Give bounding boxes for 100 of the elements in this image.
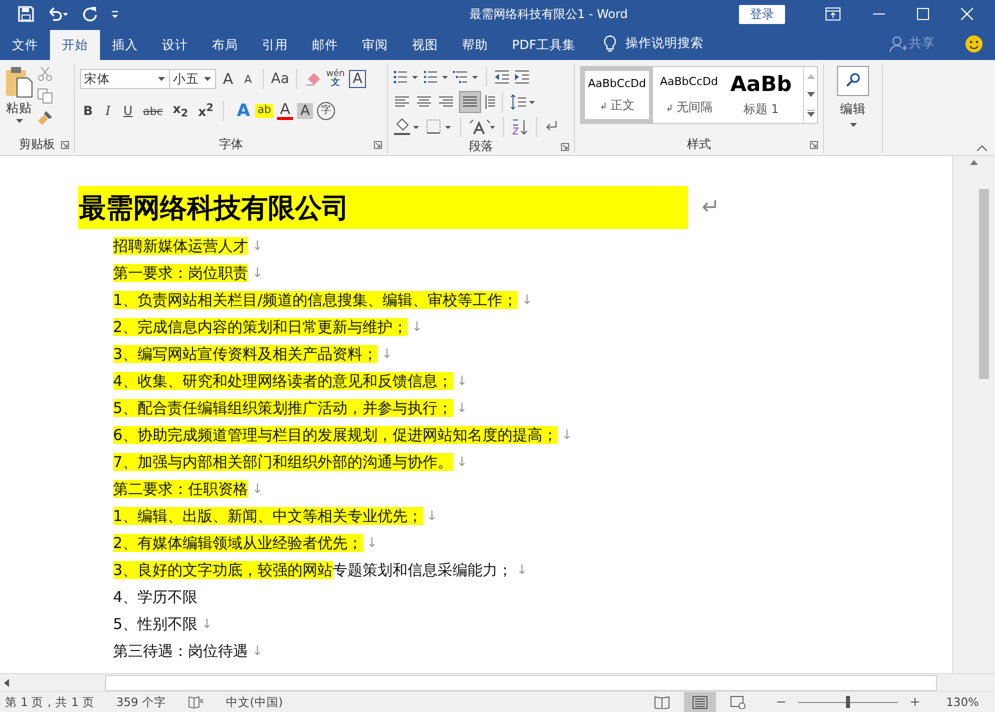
format-button[interactable]: abc	[140, 106, 166, 116]
ribbon-tab[interactable]: 布局	[200, 30, 250, 60]
line-break-mark: ↓	[252, 644, 263, 659]
style-preview: AaBbCcDd	[588, 76, 646, 90]
eraser-icon[interactable]	[304, 71, 322, 87]
page-layout-icon	[692, 696, 708, 708]
paste-button[interactable]: 粘贴	[5, 64, 33, 135]
ribbon-tab[interactable]: 插入	[100, 30, 150, 60]
dialog-launcher-icon[interactable]	[810, 141, 818, 149]
phonetic-guide-button[interactable]: wén 文	[326, 70, 345, 88]
decrease-indent-icon[interactable]	[494, 69, 510, 85]
style-name: 标题 1	[743, 101, 779, 118]
scroll-left-icon[interactable]	[4, 678, 9, 686]
ribbon-tab[interactable]: 邮件	[300, 30, 350, 60]
font-name-field[interactable]: 宋体	[80, 69, 170, 89]
shrink-font-button[interactable]: A	[240, 74, 256, 84]
line-break-mark: ↓	[456, 374, 468, 389]
highlight-button[interactable]: ab	[255, 104, 274, 118]
zoom-in-icon[interactable]	[910, 697, 920, 707]
dialog-launcher-icon[interactable]	[61, 141, 69, 149]
paint-bucket-icon[interactable]	[393, 118, 421, 136]
asian-layout-icon[interactable]	[468, 118, 496, 136]
scroll-up-icon[interactable]	[970, 160, 978, 165]
scroll-down-icon[interactable]	[806, 92, 814, 96]
style-item[interactable]: AaBbCcDd ↲ 无间隔	[653, 67, 725, 123]
login-button[interactable]: 登录	[739, 4, 785, 24]
lightbulb-icon[interactable]	[603, 35, 618, 53]
copy-icon[interactable]	[37, 88, 53, 104]
person-add-icon[interactable]	[889, 35, 907, 53]
ribbon-tab[interactable]: 审阅	[350, 30, 400, 60]
group-label: 剪贴板	[19, 136, 55, 152]
book-icon	[654, 696, 670, 708]
smiley-icon[interactable]	[965, 35, 983, 53]
more-icon[interactable]	[806, 110, 814, 116]
editing-button[interactable]: 编辑	[837, 64, 869, 127]
line-spacing-icon[interactable]	[510, 93, 536, 111]
font-color-button[interactable]: A	[277, 102, 294, 120]
ribbon-tab[interactable]: 引用	[250, 30, 300, 60]
change-case-button[interactable]: Aa	[271, 72, 290, 86]
borders-icon[interactable]	[425, 118, 453, 136]
dialog-launcher-icon[interactable]	[561, 143, 569, 151]
document-line: 4、学历不限	[113, 588, 198, 607]
ribbon-tab[interactable]: 设计	[150, 30, 200, 60]
ribbon-display-icon[interactable]	[825, 7, 841, 21]
group-label: 段落	[469, 138, 493, 155]
character-border-button[interactable]: A	[348, 70, 366, 88]
caret-icon	[16, 119, 22, 123]
status-text[interactable]: 中文(中国)	[226, 694, 283, 710]
multilevel-list-icon[interactable]	[453, 69, 479, 85]
style-item[interactable]: AaBbCcDd ↲ 正文	[581, 67, 653, 123]
increase-indent-icon[interactable]	[514, 69, 530, 85]
save-icon[interactable]	[18, 6, 34, 22]
line-break-mark: ↓	[382, 347, 392, 362]
view-button[interactable]	[684, 692, 716, 712]
paintbrush-icon[interactable]	[37, 110, 53, 126]
ribbon-tab[interactable]: 视图	[400, 30, 450, 60]
character-shading-button[interactable]: A	[297, 103, 314, 119]
format-button[interactable]: x$_{2}$	[170, 103, 192, 119]
zoom-level[interactable]: 130%	[946, 695, 979, 709]
collapse-ribbon-icon[interactable]	[977, 145, 987, 151]
bullets-icon[interactable]	[393, 69, 419, 85]
text-effect-button[interactable]: A	[235, 102, 252, 120]
close-icon[interactable]	[961, 8, 973, 20]
style-item[interactable]: AaBb 标题 1	[725, 67, 797, 123]
vertical-scrollbar[interactable]	[952, 156, 995, 673]
scissors-icon[interactable]	[37, 66, 53, 82]
tell-me-search[interactable]: 操作说明搜索	[625, 35, 704, 52]
horizontal-scrollbar[interactable]	[0, 673, 995, 691]
ribbon-tab[interactable]: 帮助	[450, 30, 500, 60]
scrollbar-thumb[interactable]	[105, 674, 937, 690]
sort-icon[interactable]	[511, 118, 529, 136]
format-button[interactable]: U	[120, 104, 136, 118]
ribbon-tab[interactable]: PDF工具集	[500, 30, 588, 60]
style-name: ↲ 无间隔	[666, 98, 712, 116]
format-button[interactable]: B	[80, 104, 96, 118]
maximize-icon[interactable]	[917, 8, 929, 20]
line-break-mark: ↓	[426, 509, 438, 524]
redo-icon[interactable]	[82, 6, 98, 22]
proofing-icon[interactable]	[188, 695, 204, 709]
group-label: 字体	[219, 136, 243, 152]
justify-icon[interactable]	[459, 91, 481, 113]
ribbon-tab[interactable]: 开始	[50, 30, 100, 60]
enclose-character-button[interactable]: 字	[317, 102, 336, 120]
line-break-mark: ↓	[202, 617, 212, 632]
grow-font-button[interactable]: A	[220, 72, 236, 86]
gallery-scrollbar[interactable]	[803, 67, 817, 123]
status-text[interactable]: 第 1 页，共 1 页	[5, 694, 94, 710]
line-break-mark: ↓	[522, 293, 533, 308]
format-button[interactable]: x$^{2}$	[195, 103, 216, 119]
zoom-slider-thumb[interactable]	[846, 696, 850, 708]
status-text[interactable]: 359 个字	[116, 694, 166, 710]
format-button[interactable]: I	[100, 104, 116, 118]
customize-caret-icon[interactable]	[110, 8, 120, 20]
scrollbar-thumb[interactable]	[979, 189, 989, 379]
numbering-icon[interactable]	[423, 69, 449, 85]
font-size-field[interactable]: 小五	[169, 69, 216, 89]
dialog-launcher-icon[interactable]	[374, 141, 382, 149]
ribbon-tab[interactable]: 文件	[0, 30, 50, 60]
distributed-align-icon[interactable]	[485, 93, 495, 111]
search-icon	[837, 66, 869, 96]
